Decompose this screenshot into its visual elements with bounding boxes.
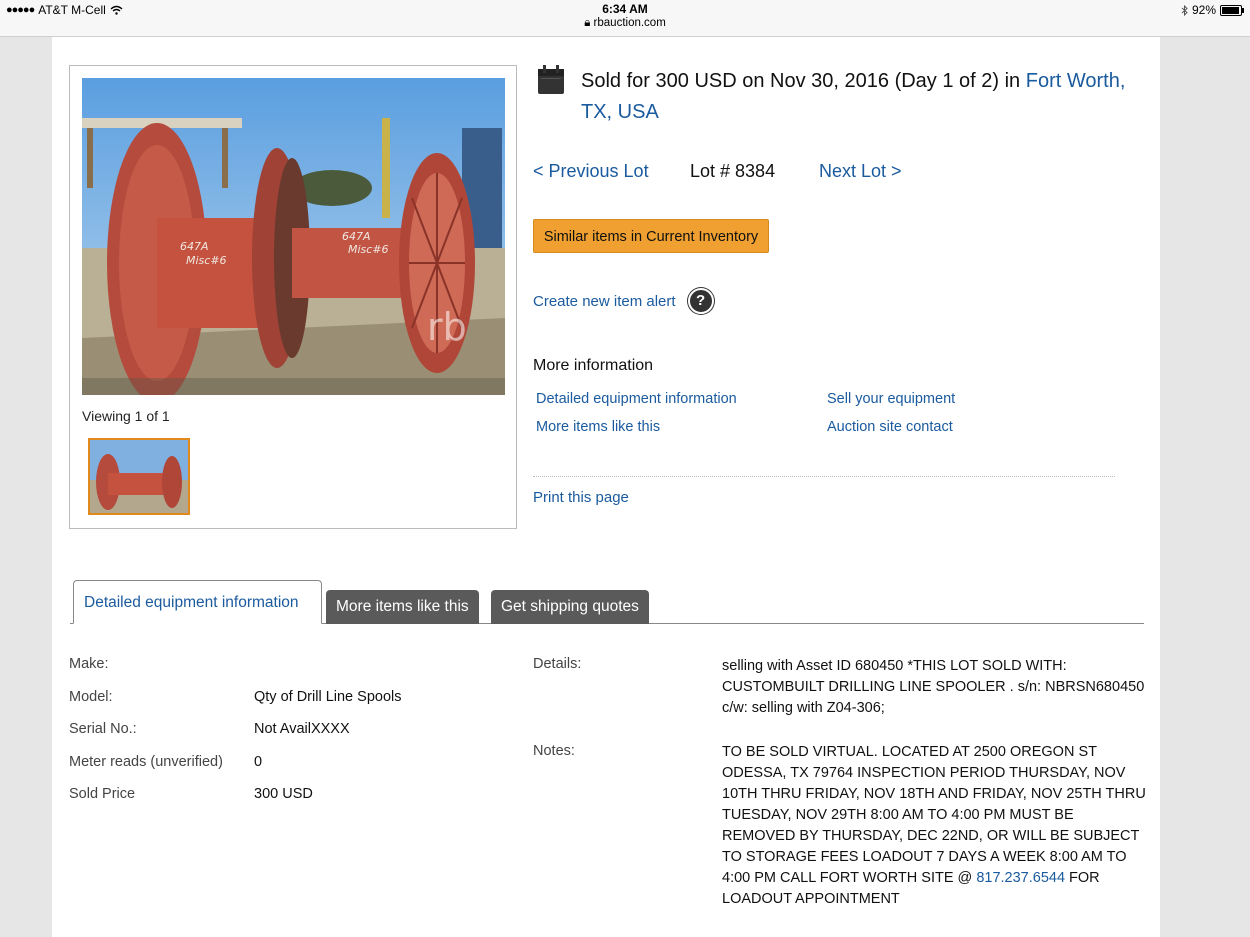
sold-price-unit: USD [282, 786, 313, 802]
spec-label: Sold Price [69, 786, 136, 802]
spec-value: 300 USD [254, 786, 313, 802]
watermark-logo: rb [427, 305, 467, 349]
spec-value: Not AvailXXXX [254, 721, 350, 737]
viewing-counter: Viewing 1 of 1 [82, 408, 170, 424]
notes-label: Notes: [533, 743, 575, 759]
photo-marking-d: Misc#6 [348, 243, 389, 256]
sold-price-value: 300 [254, 786, 279, 802]
sale-summary: Sold for 300 USD on Nov 30, 2016 (Day 1 … [581, 66, 1141, 128]
spec-row-meter: Meter reads (unverified) 0 [69, 754, 509, 776]
sold-prefix: Sold for [581, 70, 650, 92]
page-content: 647A Misc#6 647A Misc#6 rb Viewing 1 of … [52, 37, 1160, 937]
bluetooth-icon [1181, 4, 1188, 16]
spec-row-serial: Serial No.: Not AvailXXXX [69, 721, 509, 743]
spec-row-make: Make: [69, 656, 509, 678]
ios-status-bar: ●●●●● AT&T M-Cell 6:34 AM 🔒︎ rbauction.c… [0, 0, 1250, 37]
photo-marking-a: 647A [180, 240, 209, 253]
spec-row-model: Model: Qty of Drill Line Spools [69, 689, 509, 711]
spec-label: Model: [69, 689, 113, 705]
battery-percent: 92% [1191, 3, 1216, 17]
calendar-icon [538, 65, 564, 94]
status-right: 92% [1181, 3, 1244, 17]
tab-more-items[interactable]: More items like this [326, 590, 479, 624]
similar-items-button[interactable]: Similar items in Current Inventory [533, 219, 769, 253]
photo-marking-c: 647A [342, 230, 371, 243]
phone-link[interactable]: 817.237.6544 [976, 870, 1065, 886]
more-info-heading: More information [533, 357, 654, 374]
battery-icon [1220, 4, 1244, 16]
main-equipment-photo[interactable]: 647A Misc#6 647A Misc#6 rb [82, 78, 505, 395]
detailed-equipment-link[interactable]: Detailed equipment information [536, 391, 737, 407]
more-items-link[interactable]: More items like this [536, 419, 660, 435]
divider [533, 476, 1115, 477]
lock-icon: 🔒︎ [584, 17, 591, 29]
spec-row-sold-price: Sold Price 300 USD [69, 786, 509, 808]
lot-number: Lot # 8384 [690, 161, 776, 181]
url-text: rbauction.com [593, 17, 666, 29]
auction-site-contact-link[interactable]: Auction site contact [827, 419, 953, 435]
notes-text: TO BE SOLD VIRTUAL. LOCATED AT 2500 OREG… [722, 742, 1147, 910]
status-center: 6:34 AM 🔒︎ rbauction.com [0, 2, 1250, 30]
address-bar[interactable]: 🔒︎ rbauction.com [0, 17, 1250, 30]
spec-label: Meter reads (unverified) [69, 754, 223, 770]
spec-value: Qty of Drill Line Spools [254, 689, 402, 705]
previous-lot-link[interactable]: < Previous Lot [533, 161, 649, 182]
create-alert-link[interactable]: Create new item alert [533, 293, 676, 310]
details-label: Details: [533, 656, 582, 672]
spec-label: Serial No.: [69, 721, 137, 737]
help-icon[interactable]: ? [687, 288, 714, 314]
tab-shipping-quotes[interactable]: Get shipping quotes [491, 590, 649, 624]
sold-price: 300 [655, 70, 689, 92]
detail-tabs: Detailed equipment information More item… [70, 578, 1144, 624]
item-alert-row: Create new item alert ? [533, 288, 714, 314]
sold-currency: USD [694, 70, 737, 92]
details-text: selling with Asset ID 680450 *THIS LOT S… [722, 658, 1145, 716]
photo-gallery: 647A Misc#6 647A Misc#6 rb Viewing 1 of … [69, 65, 517, 529]
next-lot-link[interactable]: Next Lot > [819, 161, 902, 182]
sell-equipment-link[interactable]: Sell your equipment [827, 391, 955, 407]
photo-marking-b: Misc#6 [186, 254, 227, 267]
spec-value: 0 [254, 754, 263, 770]
clock: 6:34 AM [602, 2, 648, 16]
photo-thumbnail[interactable] [88, 438, 190, 515]
spec-label: Make: [69, 656, 109, 672]
notes-body: TO BE SOLD VIRTUAL. LOCATED AT 2500 OREG… [722, 744, 1146, 886]
sold-date: on Nov 30, 2016 (Day 1 of 2) in [742, 70, 1021, 92]
tab-detailed-equipment[interactable]: Detailed equipment information [73, 580, 322, 624]
print-page-link[interactable]: Print this page [533, 489, 629, 506]
